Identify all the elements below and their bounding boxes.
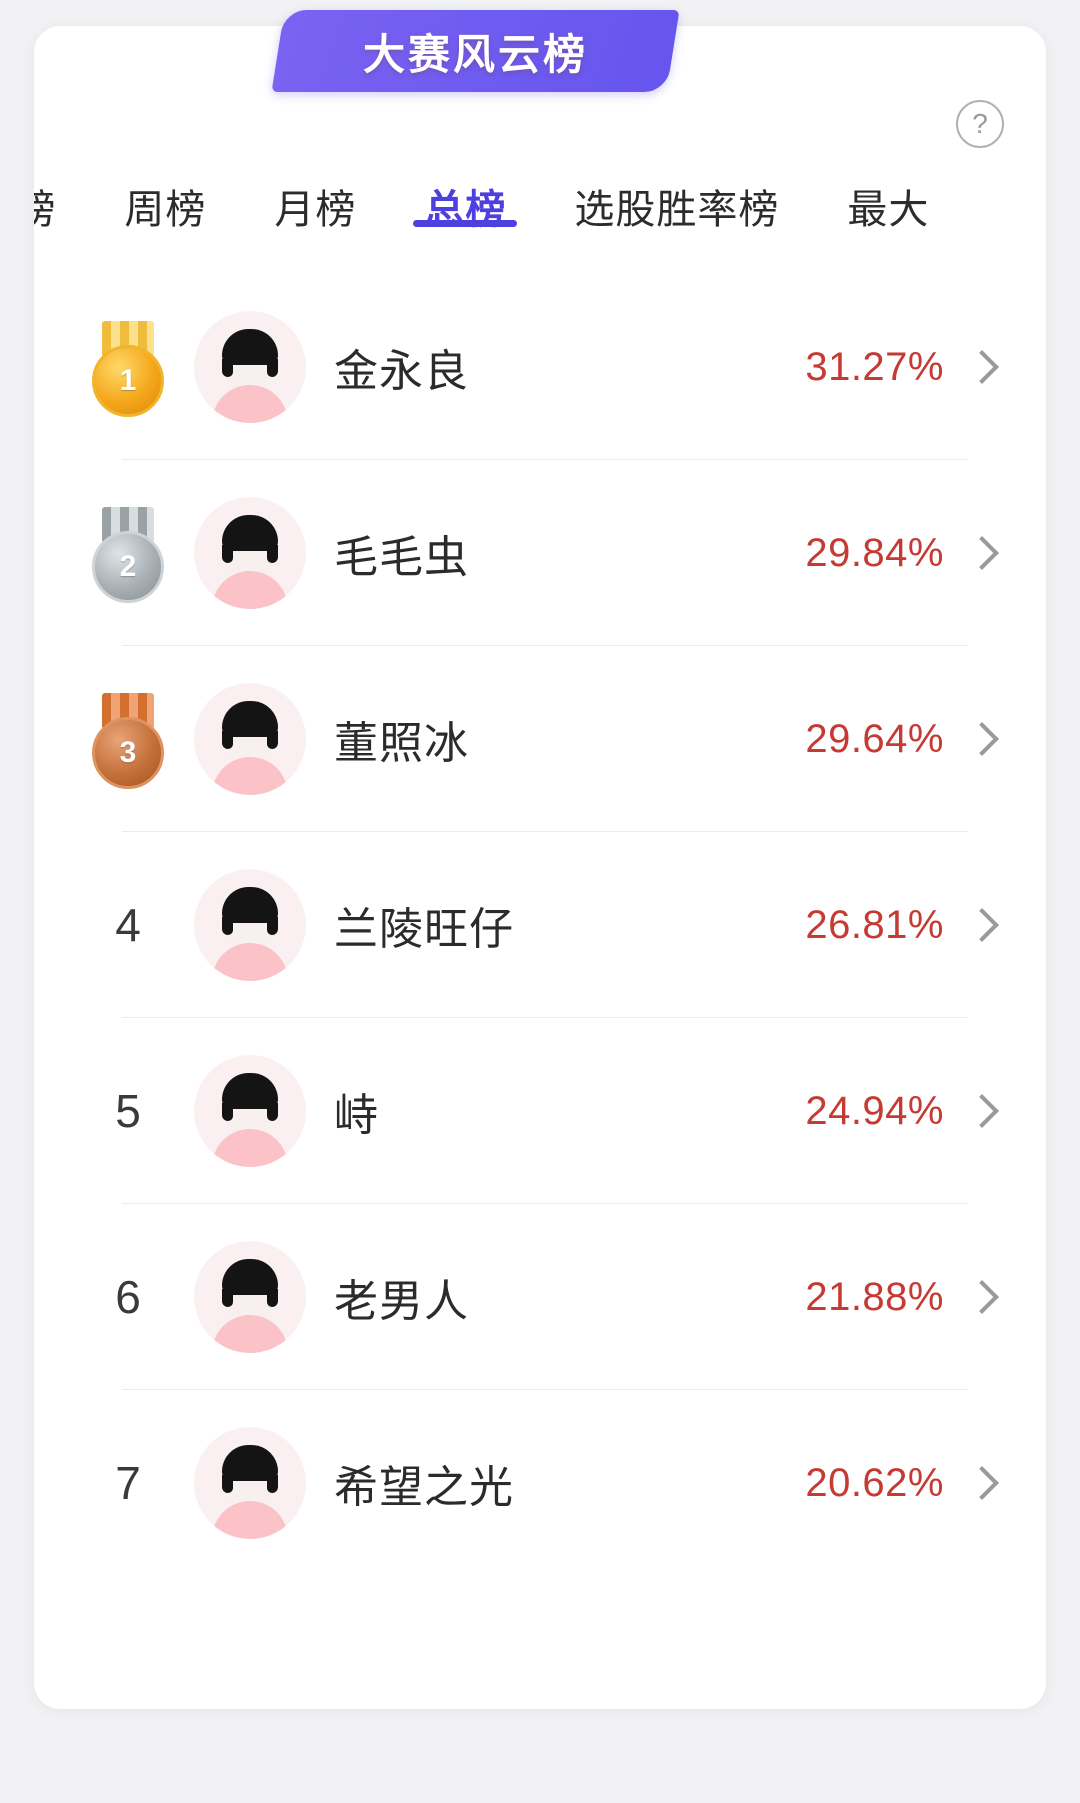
chevron-right-icon[interactable] [968, 345, 994, 389]
avatar [194, 311, 306, 423]
return-rate: 21.88% [805, 1274, 944, 1319]
avatar-body [212, 757, 288, 795]
avatar-hair [222, 887, 278, 935]
table-row[interactable]: 2 毛毛虫 29.84% [34, 460, 1046, 646]
avatar-body [212, 385, 288, 423]
user-name: 兰陵旺仔 [334, 905, 514, 954]
chevron-right-icon[interactable] [968, 717, 994, 761]
avatar [194, 683, 306, 795]
return-rate: 31.27% [805, 344, 944, 389]
avatar-body [212, 571, 288, 609]
return-rate: 29.84% [805, 530, 944, 575]
tab-label: 月榜 [274, 188, 357, 232]
rank-number: 5 [115, 1085, 141, 1137]
chevron-right-icon[interactable] [968, 903, 994, 947]
rank-number: 7 [115, 1457, 141, 1509]
avatar-hair [222, 1073, 278, 1121]
rank-badge-slot: 5 [74, 1084, 182, 1138]
medal-disc: 2 [92, 531, 164, 603]
return-rate: 29.64% [805, 716, 944, 761]
table-row[interactable]: 3 董照冰 29.64% [34, 646, 1046, 832]
avatar [194, 869, 306, 981]
rank-number: 4 [115, 899, 141, 951]
user-name: 峙 [334, 1091, 379, 1140]
tab-month-rank[interactable]: 月榜 [240, 151, 390, 235]
leaderboard-page: |榜 周榜 月榜 总榜 选股胜率榜 最大 [0, 0, 1080, 1803]
tab-total-rank[interactable]: 总榜 [390, 151, 540, 235]
table-row[interactable]: 7 希望之光 20.62% [34, 1390, 1046, 1576]
avatar [194, 1427, 306, 1539]
avatar-body [212, 1315, 288, 1353]
tab-label: 周榜 [124, 188, 207, 232]
rank-badge-slot: 7 [74, 1456, 182, 1510]
table-row[interactable]: 1 金永良 31.27% [34, 274, 1046, 460]
avatar-body [212, 1501, 288, 1539]
rank-number: 6 [115, 1271, 141, 1323]
leaderboard-card: |榜 周榜 月榜 总榜 选股胜率榜 最大 [34, 26, 1046, 1709]
active-tab-underline [413, 220, 518, 227]
table-row[interactable]: 6 老男人 21.88% [34, 1204, 1046, 1390]
avatar-body [212, 1129, 288, 1167]
avatar-hair [222, 701, 278, 749]
tab-label: 选股胜率榜 [574, 188, 780, 232]
rank-badge-slot: 2 [74, 507, 182, 603]
avatar-hair [222, 1259, 278, 1307]
medal-disc: 1 [92, 345, 164, 417]
avatar-hair [222, 1445, 278, 1493]
tab-max-rank[interactable]: 最大 [813, 151, 963, 235]
chevron-right-icon[interactable] [968, 1089, 994, 1133]
chevron-right-icon[interactable] [968, 1461, 994, 1505]
tab-week-rank[interactable]: 周榜 [90, 151, 240, 235]
help-icon[interactable]: ? [956, 100, 1004, 148]
avatar-hair [222, 329, 278, 377]
return-rate: 20.62% [805, 1460, 944, 1505]
rank-badge-slot: 6 [74, 1270, 182, 1324]
tab-label: 最大 [847, 188, 930, 232]
medal-disc: 3 [92, 717, 164, 789]
chevron-right-icon[interactable] [968, 531, 994, 575]
tab-label: |榜 [34, 188, 57, 232]
avatar [194, 497, 306, 609]
user-name: 董照冰 [334, 719, 469, 768]
rank-badge-slot: 1 [74, 321, 182, 417]
user-name: 希望之光 [334, 1463, 514, 1512]
tab-stock-winrate-rank[interactable]: 选股胜率榜 [540, 151, 813, 235]
user-name: 金永良 [334, 347, 469, 396]
avatar [194, 1055, 306, 1167]
silver-medal-icon: 2 [85, 507, 171, 603]
bronze-medal-icon: 3 [85, 693, 171, 789]
gold-medal-icon: 1 [85, 321, 171, 417]
table-row[interactable]: 4 兰陵旺仔 26.81% [34, 832, 1046, 1018]
page-title: 大赛风云榜 [362, 30, 588, 78]
avatar-body [212, 943, 288, 981]
ranking-list: 1 金永良 31.27% 2 毛毛虫 29.84% 3 董照冰 29.64% 4… [34, 274, 1046, 1576]
return-rate: 24.94% [805, 1088, 944, 1133]
user-name: 毛毛虫 [334, 533, 469, 582]
avatar [194, 1241, 306, 1353]
rank-badge-slot: 3 [74, 693, 182, 789]
rank-badge-slot: 4 [74, 898, 182, 952]
tab-day-rank[interactable]: |榜 [34, 151, 90, 235]
chevron-right-icon[interactable] [968, 1275, 994, 1319]
user-name: 老男人 [334, 1277, 469, 1326]
ranking-tabs[interactable]: |榜 周榜 月榜 总榜 选股胜率榜 最大 [34, 151, 1046, 266]
return-rate: 26.81% [805, 902, 944, 947]
table-row[interactable]: 5 峙 24.94% [34, 1018, 1046, 1204]
avatar-hair [222, 515, 278, 563]
